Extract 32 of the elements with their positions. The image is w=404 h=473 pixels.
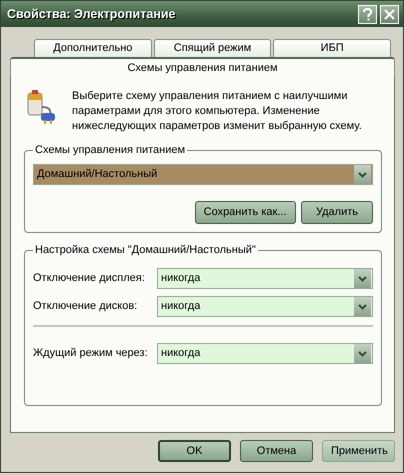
field-label: Ждущий режим через: bbox=[33, 346, 149, 362]
help-button[interactable] bbox=[358, 4, 377, 24]
chevron-down-icon bbox=[358, 172, 367, 178]
apply-button[interactable]: Применить bbox=[322, 440, 395, 462]
group-title: Схемы управления питанием bbox=[34, 144, 186, 156]
chevron-down-icon bbox=[358, 304, 367, 310]
dropdown-field[interactable]: никогда bbox=[157, 268, 373, 289]
chevron-down-icon bbox=[358, 350, 367, 356]
group-title: Настройка схемы "Домашний/Настольный" bbox=[34, 244, 257, 256]
dropdown-button[interactable] bbox=[354, 297, 371, 316]
tab[interactable]: Спящий режим bbox=[154, 39, 272, 57]
tab[interactable]: Дополнительно bbox=[34, 39, 152, 57]
dropdown-button[interactable] bbox=[354, 165, 371, 184]
dropdown-field[interactable]: никогда bbox=[157, 343, 373, 364]
help-icon bbox=[363, 8, 372, 20]
tab[interactable]: Схемы управления питанием bbox=[10, 57, 395, 77]
scheme-dropdown[interactable]: Домашний/Настольный bbox=[33, 164, 373, 185]
cancel-button[interactable]: Отмена bbox=[240, 440, 313, 462]
field-label: Отключение дисков: bbox=[33, 299, 138, 314]
tab[interactable]: ИБП bbox=[273, 39, 392, 57]
dropdown-button[interactable] bbox=[354, 269, 371, 288]
delete-button[interactable]: Удалить bbox=[301, 201, 373, 224]
close-icon bbox=[384, 8, 395, 20]
dropdown-field[interactable]: никогда bbox=[157, 296, 373, 317]
window-title: Свойства: Электропитание bbox=[7, 6, 176, 23]
field-label: Отключение дисплея: bbox=[33, 271, 146, 286]
save-as-button[interactable]: Сохранить как... bbox=[194, 201, 296, 224]
chevron-down-icon bbox=[358, 276, 367, 282]
description-text: Выберите схему управления питанием с наилучшими параметрами для этого компьютера. Изменение нижеследующих параметров изменит выбранную схему. bbox=[72, 89, 363, 134]
close-button[interactable] bbox=[380, 4, 399, 24]
dropdown-button[interactable] bbox=[354, 344, 371, 363]
ok-button[interactable]: OK bbox=[158, 440, 231, 462]
